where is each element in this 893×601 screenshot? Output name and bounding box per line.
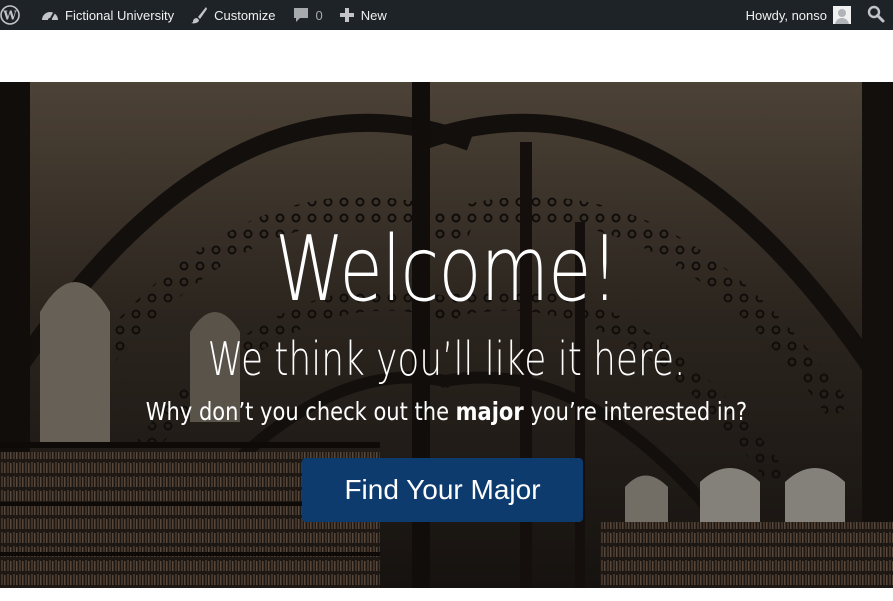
hero-title: Welcome! bbox=[274, 217, 619, 322]
site-header bbox=[0, 30, 893, 82]
wordpress-menu[interactable]: W bbox=[0, 0, 33, 30]
hero-subtitle: We think you’ll like it here. bbox=[207, 332, 686, 386]
comments-count: 0 bbox=[315, 7, 323, 23]
site-name-label: Fictional University bbox=[65, 7, 175, 23]
paintbrush-icon bbox=[190, 6, 208, 24]
admin-search-button[interactable] bbox=[857, 0, 893, 30]
find-your-major-button[interactable]: Find Your Major bbox=[302, 458, 583, 522]
hero-banner: Welcome! We think you’ll like it here. W… bbox=[0, 82, 893, 588]
comment-bubble-icon bbox=[292, 6, 310, 24]
account-menu[interactable]: Howdy, nonso bbox=[738, 0, 857, 30]
customize-label: Customize bbox=[214, 7, 276, 23]
svg-text:W: W bbox=[2, 9, 17, 23]
dashboard-icon bbox=[41, 7, 59, 23]
admin-bar-left: W Fictional University Customize 0 New bbox=[0, 0, 395, 30]
admin-bar: W Fictional University Customize 0 New H… bbox=[0, 0, 893, 30]
customize-menu[interactable]: Customize bbox=[182, 0, 283, 30]
wordpress-logo-icon: W bbox=[0, 5, 20, 25]
site-name-menu[interactable]: Fictional University bbox=[33, 0, 182, 30]
tagline-bold-word: major bbox=[455, 397, 524, 426]
howdy-text: Howdy, nonso bbox=[745, 7, 827, 23]
avatar bbox=[833, 6, 851, 24]
plus-icon bbox=[339, 7, 355, 23]
new-label: New bbox=[360, 7, 387, 23]
page-bottom-strip bbox=[0, 588, 893, 601]
search-icon bbox=[867, 5, 885, 26]
admin-bar-right: Howdy, nonso bbox=[738, 0, 893, 30]
new-content-menu[interactable]: New bbox=[331, 0, 395, 30]
comments-menu[interactable]: 0 bbox=[284, 0, 331, 30]
hero-tagline: Why don’t you check out the major you’re… bbox=[71, 396, 821, 428]
tagline-prefix: Why don’t you check out the bbox=[145, 397, 456, 426]
tagline-suffix: you’re interested in? bbox=[523, 397, 748, 426]
